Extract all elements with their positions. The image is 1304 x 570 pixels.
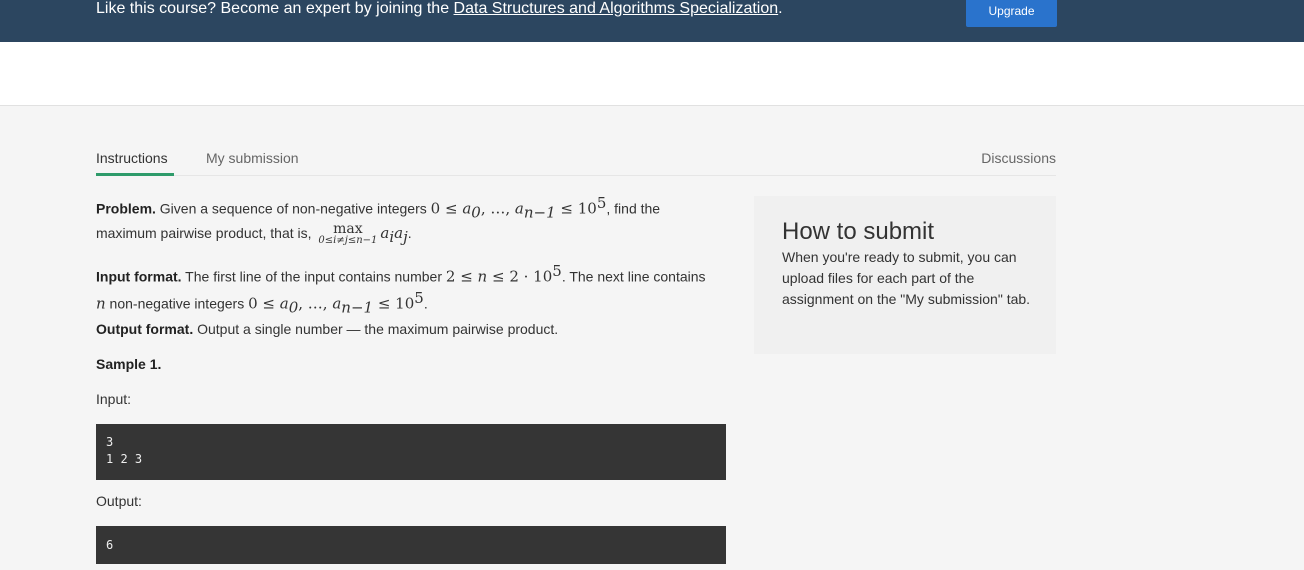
problem-label: Problem. (96, 200, 156, 217)
code-line: 1 2 3 (106, 452, 143, 466)
assignment-tabs: Instructions My submission Discussions (96, 140, 1056, 176)
upgrade-button[interactable]: Upgrade (966, 0, 1057, 27)
max-symbol: max (333, 221, 363, 238)
tab-my-submission[interactable]: My submission (206, 150, 299, 166)
output-format-text: Output a single number — the maximum pai… (193, 321, 559, 337)
max-operator: max 0≤i≠j≤n−1 (318, 221, 378, 247)
problem-text-4: . (407, 225, 412, 242)
sample-input-code: 3 1 2 3 (96, 424, 726, 480)
how-to-submit-text: When you're ready to submit, you can upl… (782, 249, 1031, 307)
problem-statement: Problem. Given a sequence of non-negativ… (96, 194, 661, 247)
sample-output-code: 6 (96, 526, 726, 564)
input-format: Input format. The first line of the inpu… (96, 262, 706, 317)
active-tab-indicator (96, 173, 174, 176)
header-band (0, 42, 1304, 106)
promo-banner: Like this course? Become an expert by jo… (0, 0, 1304, 42)
sample-input-label: Input: (96, 391, 132, 407)
banner-text-after: . (778, 0, 783, 17)
input-format-text-2: . The next line contains (561, 268, 706, 285)
sample-label: Sample 1. (96, 356, 162, 372)
problem-text-2: , find the (606, 200, 661, 217)
tab-discussions[interactable]: Discussions (981, 150, 1056, 166)
input-format-text: The first line of the input contains num… (181, 268, 446, 285)
problem-text-3: maximum pairwise product, that is, (96, 225, 316, 242)
how-to-submit-panel: How to submit When you're ready to submi… (754, 196, 1056, 354)
tab-instructions[interactable]: Instructions (96, 150, 168, 166)
input-format-label: Input format. (96, 268, 182, 285)
input-format-text-4: . (423, 295, 428, 312)
max-limits: 0≤i≠j≤n−1 (318, 235, 378, 247)
code-line: 3 (106, 435, 114, 449)
banner-message: Like this course? Become an expert by jo… (96, 0, 783, 18)
input-format-text-3: non-negative integers (105, 295, 249, 312)
code-line: 6 (106, 538, 114, 552)
output-format-label: Output format. (96, 321, 194, 337)
sample-heading: Sample 1. (96, 354, 161, 375)
sample-output-label: Output: (96, 493, 142, 509)
problem-text: Given a sequence of non-negative integer… (155, 200, 431, 217)
output-format: Output format. Output a single number — … (96, 319, 558, 340)
banner-text-before: Like this course? Become an expert by jo… (96, 0, 454, 17)
how-to-submit-title: How to submit (782, 218, 935, 245)
specialization-link[interactable]: Data Structures and Algorithms Specializ… (454, 0, 779, 17)
